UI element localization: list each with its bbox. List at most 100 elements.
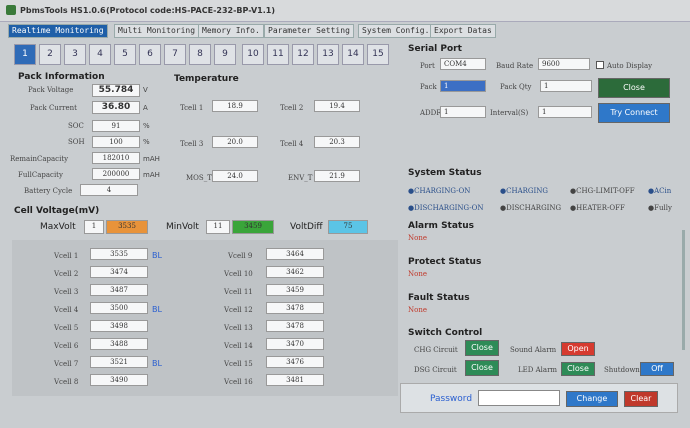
tab-multi-monitoring[interactable]: Multi Monitoring	[114, 24, 200, 38]
sound-alarm-button[interactable]: Open	[561, 342, 595, 356]
tcell3-value: 20.0	[212, 136, 258, 148]
pack-button[interactable]: 4	[89, 44, 111, 65]
scrollbar[interactable]	[682, 230, 685, 350]
pack-button[interactable]: 7	[164, 44, 186, 65]
pack-button[interactable]: 10	[242, 44, 264, 65]
pack-button[interactable]: 13	[317, 44, 339, 65]
pack-button[interactable]: 15	[367, 44, 389, 65]
addr-input[interactable]: 1	[440, 106, 486, 118]
vcell-value: 3476	[266, 356, 324, 368]
status-chg-limit-off: ●CHG-LIMIT-OFF	[570, 187, 635, 195]
pack-button[interactable]: 14	[342, 44, 364, 65]
tcell2-label: Tcell 2	[280, 104, 304, 112]
shutdown-label: Shutdown	[604, 366, 640, 374]
dsg-circuit-button[interactable]: Close	[465, 360, 499, 376]
tab-export-datas[interactable]: Export Datas	[430, 24, 496, 38]
pack-voltage-label: Pack Voltage	[28, 86, 74, 94]
unit-label: V	[143, 86, 148, 94]
interval-select[interactable]: 1	[538, 106, 592, 118]
pack-button[interactable]: 9	[214, 44, 236, 65]
addr-label: ADDR	[420, 109, 442, 117]
baud-rate-select[interactable]: 9600	[538, 58, 590, 70]
vcell-value: 3487	[90, 284, 148, 296]
mos-temp-label: MOS_T	[186, 174, 212, 182]
close-port-button[interactable]: Close	[598, 78, 670, 98]
max-volt-label: MaxVolt	[40, 222, 76, 232]
tab-parameter-setting[interactable]: Parameter Setting	[264, 24, 354, 38]
volt-diff-label: VoltDiff	[290, 222, 323, 232]
pack-button[interactable]: 2	[39, 44, 61, 65]
vcell-value: 3488	[90, 338, 148, 350]
tab-memory-info[interactable]: Memory Info.	[198, 24, 264, 38]
vcell-value: 3535	[90, 248, 148, 260]
vcell-label: Vcell 9	[228, 252, 253, 260]
led-alarm-button[interactable]: Close	[561, 362, 595, 376]
try-connect-button[interactable]: Try Connect	[598, 103, 670, 123]
clear-button[interactable]: Clear	[624, 391, 658, 407]
unit-label: mAH	[143, 155, 160, 163]
mos-temp-value: 24.0	[212, 170, 258, 182]
sound-alarm-label: Sound Alarm	[510, 346, 557, 354]
pack-select[interactable]: 1	[440, 80, 486, 92]
change-button[interactable]: Change	[566, 391, 618, 407]
port-select[interactable]: COM4	[440, 58, 486, 70]
pack-button[interactable]: 8	[189, 44, 211, 65]
chg-circuit-button[interactable]: Close	[465, 340, 499, 356]
status-charging: ●CHARGING	[500, 187, 548, 195]
pack-qty-input[interactable]: 1	[540, 80, 592, 92]
fault-status-title: Fault Status	[408, 293, 470, 303]
soh-value: 100	[92, 136, 140, 148]
vcell-label: Vcell 2	[54, 270, 79, 278]
vcell-value: 3478	[266, 320, 324, 332]
status-fully: ●Fully	[648, 204, 672, 212]
status-heater-off: ●HEATER-OFF	[570, 204, 625, 212]
pack-button[interactable]: 6	[139, 44, 161, 65]
pack-current-label: Pack Current	[30, 104, 77, 112]
full-capacity-value: 200000	[92, 168, 140, 180]
auto-display-checkbox[interactable]	[596, 61, 604, 69]
vcell-label: Vcell 4	[54, 306, 79, 314]
vcell-label: Vcell 1	[54, 252, 79, 260]
status-discharging: ●DISCHARGING	[500, 204, 562, 212]
vcell-label: Vcell 11	[224, 288, 253, 296]
soc-value: 91	[92, 120, 140, 132]
pack-selector: 1 2 3 4 5 6 7 8 9 10 11 12 13 14 15	[14, 44, 398, 66]
dsg-circuit-label: DSG Circuit	[414, 366, 457, 374]
pack-button[interactable]: 1	[14, 44, 36, 65]
protocol-title: (Protocol code:HS-PACE-232-BP-V1.1)	[106, 6, 275, 15]
pack-button[interactable]: 3	[64, 44, 86, 65]
vcell-value: 3462	[266, 266, 324, 278]
vcell-label: Vcell 7	[54, 360, 79, 368]
pack-button[interactable]: 12	[292, 44, 314, 65]
auto-display-label: Auto Display	[607, 62, 653, 70]
vcell-label: Vcell 6	[54, 342, 79, 350]
pack-current-value: 36.80	[92, 101, 140, 114]
password-label: Password	[430, 394, 473, 404]
title-bar: PbmsTools HS1.0.6 (Protocol code:HS-PACE…	[0, 0, 690, 22]
alarm-status-title: Alarm Status	[408, 221, 474, 231]
min-volt-value: 3459	[232, 220, 274, 234]
pack-button[interactable]: 5	[114, 44, 136, 65]
tab-realtime-monitoring[interactable]: Realtime Monitoring	[8, 24, 108, 38]
battery-cycle-label: Battery Cycle	[24, 187, 73, 195]
vcell-value: 3498	[90, 320, 148, 332]
balance-indicator: BL	[152, 359, 162, 368]
balance-indicator: BL	[152, 251, 162, 260]
vcell-value: 3490	[90, 374, 148, 386]
system-status-title: System Status	[408, 168, 482, 178]
vcell-value: 3459	[266, 284, 324, 296]
vcell-label: Vcell 3	[54, 288, 79, 296]
shutdown-button[interactable]: Off	[640, 362, 674, 376]
unit-label: %	[143, 122, 150, 130]
status-discharging-on: ●DISCHARGING-ON	[408, 204, 484, 212]
vcell-label: Vcell 13	[224, 324, 253, 332]
password-input[interactable]	[478, 390, 560, 406]
vcell-value: 3470	[266, 338, 324, 350]
tab-system-config[interactable]: System Config.	[358, 24, 434, 38]
pack-button[interactable]: 11	[267, 44, 289, 65]
protect-status-title: Protect Status	[408, 257, 482, 267]
app-icon	[6, 5, 16, 15]
vcell-label: Vcell 8	[54, 378, 79, 386]
min-volt-label: MinVolt	[166, 222, 199, 232]
vcell-value: 3521	[90, 356, 148, 368]
